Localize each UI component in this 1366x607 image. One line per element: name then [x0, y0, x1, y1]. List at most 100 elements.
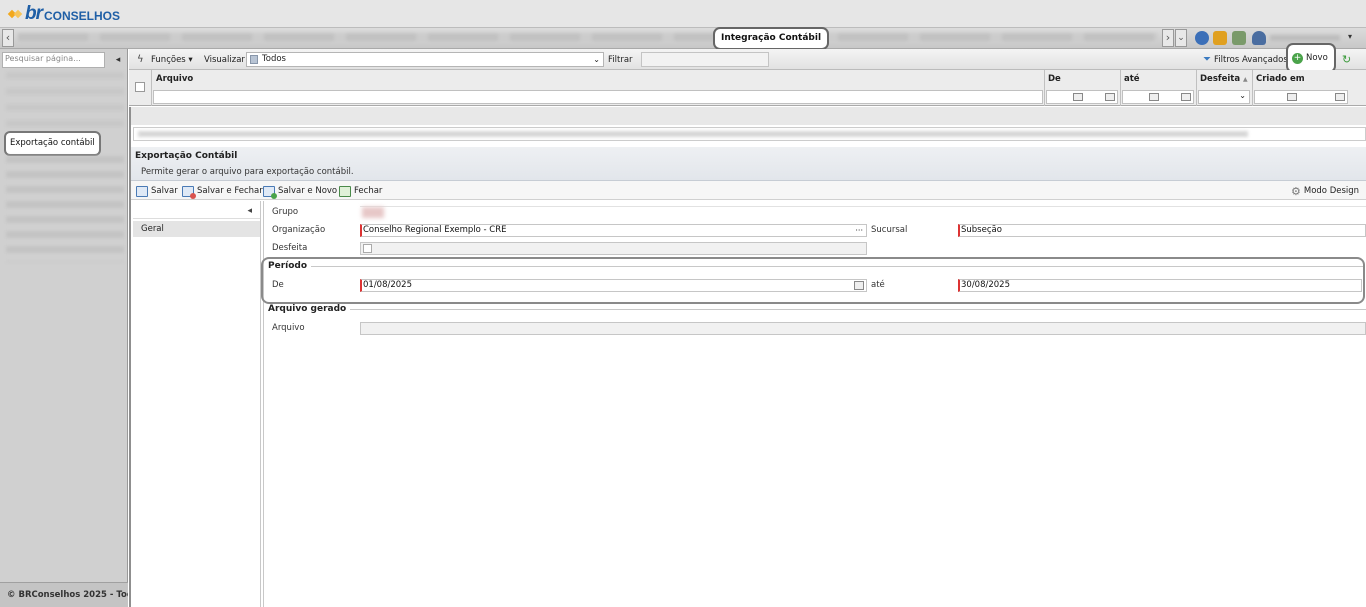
branch-label: Sucursal	[871, 225, 908, 235]
column-header-ate[interactable]: até	[1124, 72, 1140, 86]
organization-label: Organização	[272, 225, 326, 235]
close-door-icon	[339, 185, 351, 197]
funnel-icon: ⏷	[1203, 54, 1211, 65]
generated-section-title: Arquivo gerado	[268, 304, 351, 314]
filter-desfeita-select[interactable]: ⌄	[1198, 90, 1250, 104]
save-new-label: Salvar e Novo	[278, 186, 338, 196]
new-button[interactable]: + Novo	[1288, 45, 1334, 71]
column-header-de[interactable]: De	[1048, 72, 1061, 86]
collapse-sidebar-button[interactable]: ◂	[110, 52, 126, 68]
chevron-down-icon: ⌄	[593, 55, 600, 64]
view-select-value: Todos	[262, 54, 286, 64]
column-header-desfeita-label: Desfeita	[1200, 74, 1241, 84]
column-divider	[1252, 70, 1253, 106]
filter-ate-input[interactable]	[1122, 90, 1194, 104]
save-label: Salvar	[151, 186, 178, 196]
period-from-label: De	[272, 280, 284, 290]
save-icon	[136, 185, 148, 197]
save-close-label: Salvar e Fechar	[197, 186, 263, 196]
period-from-input[interactable]: 01/08/2025	[360, 279, 867, 292]
undone-field	[360, 242, 867, 255]
functions-menu-button[interactable]: Funções ▾	[151, 53, 193, 67]
organization-field[interactable]: Conselho Regional Exemplo - CRE ···	[360, 224, 867, 237]
tab-scroll-right-button[interactable]: ›	[1162, 29, 1174, 47]
close-button[interactable]: Fechar	[339, 184, 382, 198]
tab-integracao-contabil[interactable]: Integração Contábil	[715, 29, 828, 48]
help-icon[interactable]	[1195, 31, 1209, 45]
column-divider	[1120, 70, 1121, 106]
undone-checkbox[interactable]	[363, 244, 372, 253]
visualize-label: Visualizar	[204, 55, 245, 65]
refresh-icon[interactable]: ↻	[1342, 53, 1351, 67]
group-field[interactable]	[360, 206, 1366, 219]
column-header-criado-em[interactable]: Criado em	[1256, 72, 1305, 86]
gear-icon: ⚙	[1291, 184, 1301, 198]
app-header	[0, 0, 1366, 27]
view-select[interactable]: Todos ⌄	[246, 52, 604, 67]
calendar-icon[interactable]	[1073, 93, 1083, 101]
view-icon	[250, 55, 258, 64]
column-divider	[1044, 70, 1045, 106]
tab-geral[interactable]: Geral	[133, 221, 260, 237]
home-icon[interactable]	[1232, 31, 1246, 45]
broom-icon[interactable]	[1213, 31, 1227, 45]
column-divider	[151, 70, 152, 106]
design-mode-button[interactable]: ⚙ Modo Design	[1291, 184, 1359, 198]
save-new-icon	[263, 185, 277, 199]
user-icon[interactable]	[1252, 31, 1266, 45]
save-new-button[interactable]: Salvar e Novo	[263, 184, 338, 199]
calendar-icon[interactable]	[1287, 93, 1297, 101]
logo-diamond-icon	[7, 7, 23, 21]
dialog-tab-pane	[133, 201, 261, 607]
tab-list-dropdown-button[interactable]: ⌄	[1175, 29, 1187, 47]
footer-copyright: © BRConselhos 2025 - Todos os direitos r…	[0, 582, 128, 607]
generated-file-label: Arquivo	[272, 323, 305, 333]
dialog-top-strip	[131, 107, 1366, 125]
group-label: Grupo	[272, 207, 299, 217]
period-to-label: até	[871, 280, 885, 290]
user-menu-chevron-icon[interactable]: ▾	[1348, 32, 1352, 41]
filter-label: Filtrar	[608, 55, 633, 65]
branch-field[interactable]: Subseção	[958, 224, 1366, 237]
calendar-icon[interactable]	[1181, 93, 1191, 101]
save-button[interactable]: Salvar	[136, 184, 178, 198]
save-close-button[interactable]: Salvar e Fechar	[182, 184, 263, 199]
select-all-checkbox[interactable]	[135, 82, 145, 92]
column-header-arquivo[interactable]: Arquivo	[156, 72, 193, 86]
tab-scroll-left-button[interactable]: ‹	[2, 29, 14, 47]
collapse-tabs-button[interactable]: ◂	[133, 204, 260, 219]
filter-arquivo-input[interactable]	[153, 90, 1043, 104]
calendar-icon[interactable]	[1105, 93, 1115, 101]
ellipsis-icon[interactable]: ···	[855, 225, 863, 236]
undone-label: Desfeita	[272, 243, 308, 253]
design-mode-label: Modo Design	[1303, 186, 1360, 196]
period-section-line	[268, 266, 1363, 267]
lightning-icon: ϟ	[137, 54, 144, 65]
filter-input[interactable]	[641, 52, 769, 67]
new-button-label: Novo	[1306, 53, 1328, 63]
brand-prefix: br	[25, 3, 43, 24]
advanced-filters-button[interactable]: ⏷ Filtros Avançados	[1203, 53, 1288, 67]
filter-de-input[interactable]	[1046, 90, 1118, 104]
calendar-icon[interactable]	[854, 281, 864, 290]
period-to-value: 30/08/2025	[961, 280, 1010, 290]
plus-circle-icon: +	[1292, 52, 1303, 64]
generated-section-line	[268, 309, 1366, 310]
calendar-icon[interactable]	[1149, 93, 1159, 101]
dialog-url-blurred	[138, 131, 1248, 137]
period-to-input[interactable]: 30/08/2025	[958, 279, 1362, 292]
dialog-description: Permite gerar o arquivo para exportação …	[141, 167, 354, 177]
column-header-desfeita[interactable]: Desfeita ▲	[1200, 72, 1248, 86]
period-from-value: 01/08/2025	[363, 280, 412, 290]
save-close-icon	[182, 185, 196, 199]
sidebar-items-blurred	[6, 72, 124, 132]
dialog-title: Exportação Contábil	[135, 151, 238, 161]
close-label: Fechar	[354, 186, 383, 196]
page-search-input[interactable]: Pesquisar página...	[2, 52, 105, 68]
period-section-title: Período	[268, 261, 312, 271]
filter-criado-em-input[interactable]	[1254, 90, 1348, 104]
generated-file-field	[360, 322, 1366, 335]
brand-logo[interactable]: br CONSELHOS	[7, 3, 120, 24]
sidebar-item-exportacao-contabil[interactable]: Exportação contábil	[6, 133, 99, 154]
calendar-icon[interactable]	[1335, 93, 1345, 101]
